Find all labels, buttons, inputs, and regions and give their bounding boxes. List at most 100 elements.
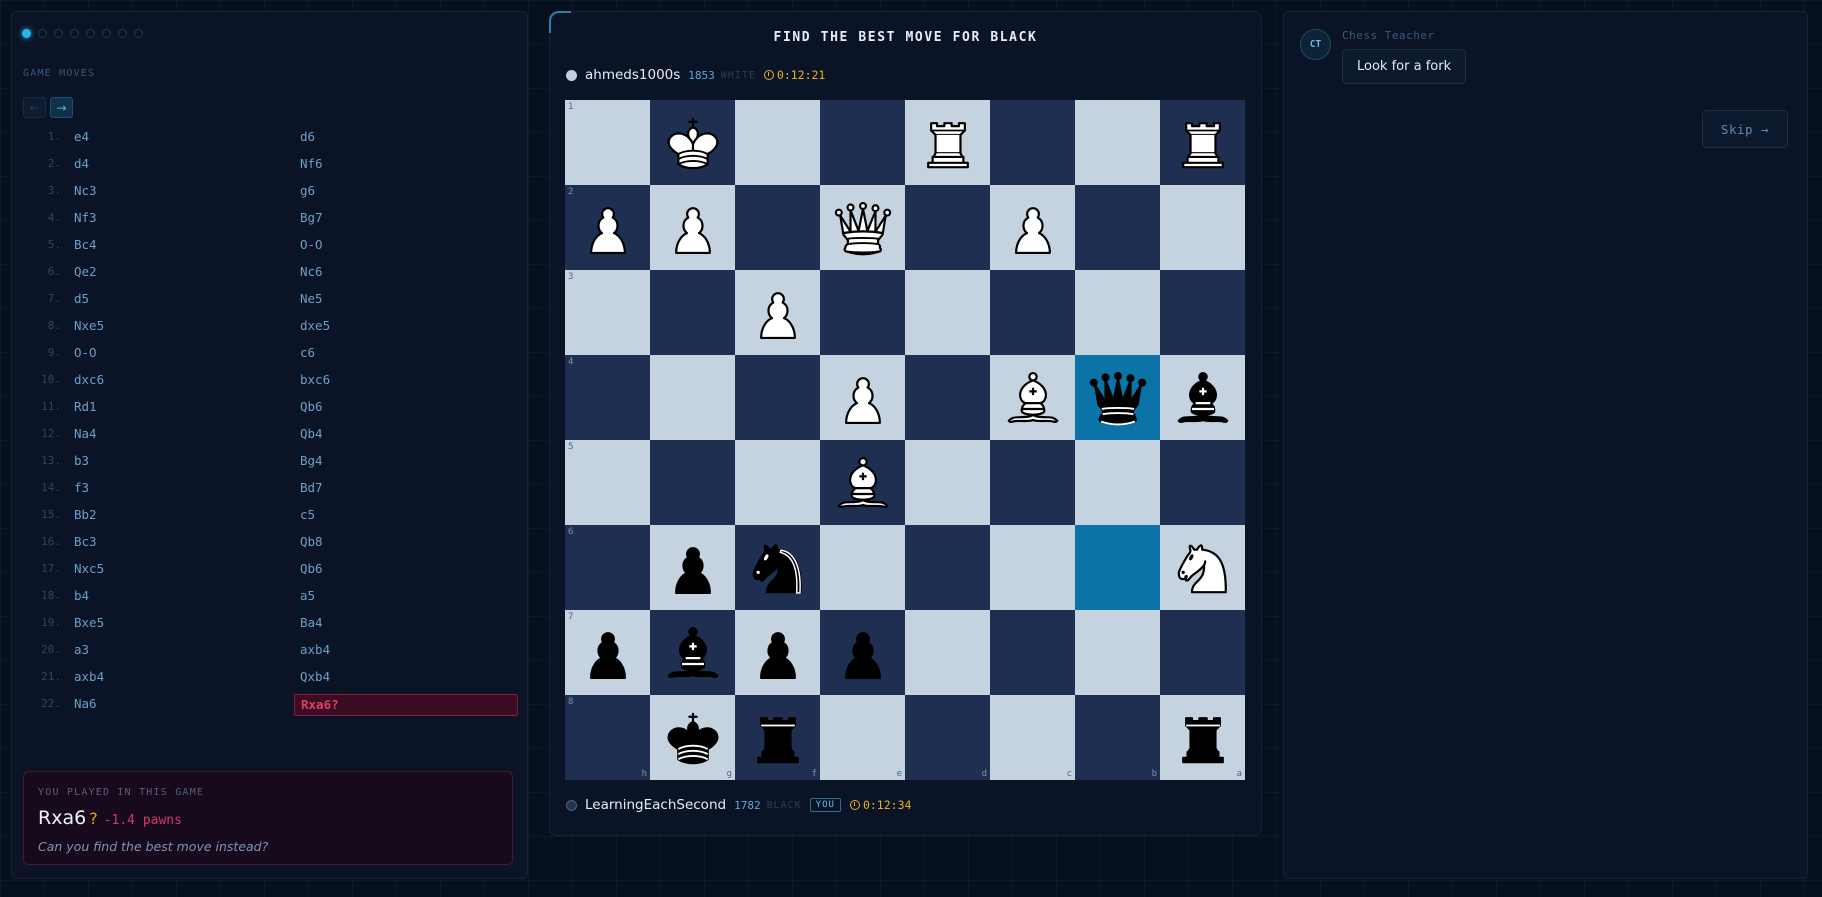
- white-pawn-icon[interactable]: [660, 195, 726, 261]
- black-move[interactable]: Qb8: [300, 534, 323, 549]
- board-square-f1[interactable]: [735, 100, 820, 185]
- progress-dot[interactable]: [134, 29, 143, 38]
- board-square-f5[interactable]: [735, 440, 820, 525]
- black-move[interactable]: d6: [300, 129, 315, 144]
- board-square-a5[interactable]: [1160, 440, 1245, 525]
- board-square-h1[interactable]: 1: [565, 100, 650, 185]
- white-queen-icon[interactable]: [830, 195, 896, 261]
- board-square-c7[interactable]: [990, 610, 1075, 695]
- board-square-a8[interactable]: a: [1160, 695, 1245, 780]
- board-square-e1[interactable]: [820, 100, 905, 185]
- white-move[interactable]: dxc6: [74, 372, 104, 387]
- black-knight-icon[interactable]: [745, 535, 811, 601]
- white-rook-icon[interactable]: [915, 110, 981, 176]
- board-square-h7[interactable]: 7: [565, 610, 650, 695]
- white-move[interactable]: Nc3: [74, 183, 97, 198]
- board-square-d7[interactable]: [905, 610, 990, 695]
- progress-dot[interactable]: [118, 29, 127, 38]
- board-square-b7[interactable]: [1075, 610, 1160, 695]
- board-square-h4[interactable]: 4: [565, 355, 650, 440]
- white-pawn-icon[interactable]: [745, 280, 811, 346]
- white-rook-icon[interactable]: [1170, 110, 1236, 176]
- board-square-d5[interactable]: [905, 440, 990, 525]
- black-move[interactable]: dxe5: [300, 318, 330, 333]
- black-move[interactable]: Ba4: [300, 615, 323, 630]
- board-square-c5[interactable]: [990, 440, 1075, 525]
- white-move[interactable]: Bb2: [74, 507, 97, 522]
- board-square-f6[interactable]: [735, 525, 820, 610]
- white-pawn-icon[interactable]: [830, 365, 896, 431]
- white-move[interactable]: Rd1: [74, 399, 97, 414]
- black-move[interactable]: Bg7: [300, 210, 323, 225]
- board-square-f3[interactable]: [735, 270, 820, 355]
- white-pawn-icon[interactable]: [575, 195, 641, 261]
- chess-board[interactable]: 1 2 34 5 6 7 8 h g f e d c b a: [565, 100, 1245, 780]
- white-move[interactable]: Nxc5: [74, 561, 104, 576]
- progress-dot[interactable]: [86, 29, 95, 38]
- black-move[interactable]: axb4: [300, 642, 330, 657]
- black-move[interactable]: Bd7: [300, 480, 323, 495]
- white-move[interactable]: Nf3: [74, 210, 97, 225]
- board-square-c8[interactable]: c: [990, 695, 1075, 780]
- board-square-a4[interactable]: [1160, 355, 1245, 440]
- board-square-b4[interactable]: [1075, 355, 1160, 440]
- board-square-e3[interactable]: [820, 270, 905, 355]
- board-square-h2[interactable]: 2: [565, 185, 650, 270]
- board-square-e6[interactable]: [820, 525, 905, 610]
- white-move[interactable]: d5: [74, 291, 89, 306]
- progress-dot[interactable]: [102, 29, 111, 38]
- board-square-d8[interactable]: d: [905, 695, 990, 780]
- progress-dot[interactable]: [38, 29, 47, 38]
- black-bishop-icon[interactable]: [660, 620, 726, 686]
- board-square-c1[interactable]: [990, 100, 1075, 185]
- board-square-b8[interactable]: b: [1075, 695, 1160, 780]
- board-square-b5[interactable]: [1075, 440, 1160, 525]
- black-king-icon[interactable]: [660, 705, 726, 771]
- black-move[interactable]: Ne5: [300, 291, 323, 306]
- board-square-f7[interactable]: [735, 610, 820, 695]
- board-square-g1[interactable]: [650, 100, 735, 185]
- board-square-g8[interactable]: g: [650, 695, 735, 780]
- white-move[interactable]: d4: [74, 156, 89, 171]
- black-move[interactable]: Qxb4: [300, 669, 330, 684]
- board-square-a3[interactable]: [1160, 270, 1245, 355]
- board-square-b1[interactable]: [1075, 100, 1160, 185]
- board-square-h3[interactable]: 3: [565, 270, 650, 355]
- board-square-c3[interactable]: [990, 270, 1075, 355]
- black-pawn-icon[interactable]: [745, 620, 811, 686]
- black-move[interactable]: Qb6: [300, 399, 323, 414]
- black-bishop-icon[interactable]: [1170, 365, 1236, 431]
- board-square-c4[interactable]: [990, 355, 1075, 440]
- white-pawn-icon[interactable]: [1000, 195, 1066, 261]
- white-move[interactable]: a3: [74, 642, 89, 657]
- board-square-b6[interactable]: [1075, 525, 1160, 610]
- black-pawn-icon[interactable]: [830, 620, 896, 686]
- board-square-f4[interactable]: [735, 355, 820, 440]
- board-square-e8[interactable]: e: [820, 695, 905, 780]
- black-rook-icon[interactable]: [1170, 705, 1236, 771]
- black-move[interactable]: O-O: [300, 237, 323, 252]
- white-move[interactable]: Na4: [74, 426, 97, 441]
- board-square-d6[interactable]: [905, 525, 990, 610]
- white-move[interactable]: O-O: [74, 345, 97, 360]
- black-move[interactable]: c5: [300, 507, 315, 522]
- black-move[interactable]: g6: [300, 183, 315, 198]
- black-move[interactable]: bxc6: [300, 372, 330, 387]
- board-square-g4[interactable]: [650, 355, 735, 440]
- white-move[interactable]: Bc4: [74, 237, 97, 252]
- board-square-e4[interactable]: [820, 355, 905, 440]
- board-square-g3[interactable]: [650, 270, 735, 355]
- highlighted-black-move[interactable]: Rxa6?: [294, 694, 518, 716]
- white-move[interactable]: b4: [74, 588, 89, 603]
- board-square-a7[interactable]: [1160, 610, 1245, 695]
- black-pawn-icon[interactable]: [660, 535, 726, 601]
- black-pawn-icon[interactable]: [575, 620, 641, 686]
- board-square-d2[interactable]: [905, 185, 990, 270]
- white-knight-icon[interactable]: [1170, 535, 1236, 601]
- progress-dot[interactable]: [54, 29, 63, 38]
- black-move[interactable]: Bg4: [300, 453, 323, 468]
- board-square-g7[interactable]: [650, 610, 735, 695]
- board-square-h8[interactable]: 8h: [565, 695, 650, 780]
- board-square-g6[interactable]: [650, 525, 735, 610]
- board-square-d3[interactable]: [905, 270, 990, 355]
